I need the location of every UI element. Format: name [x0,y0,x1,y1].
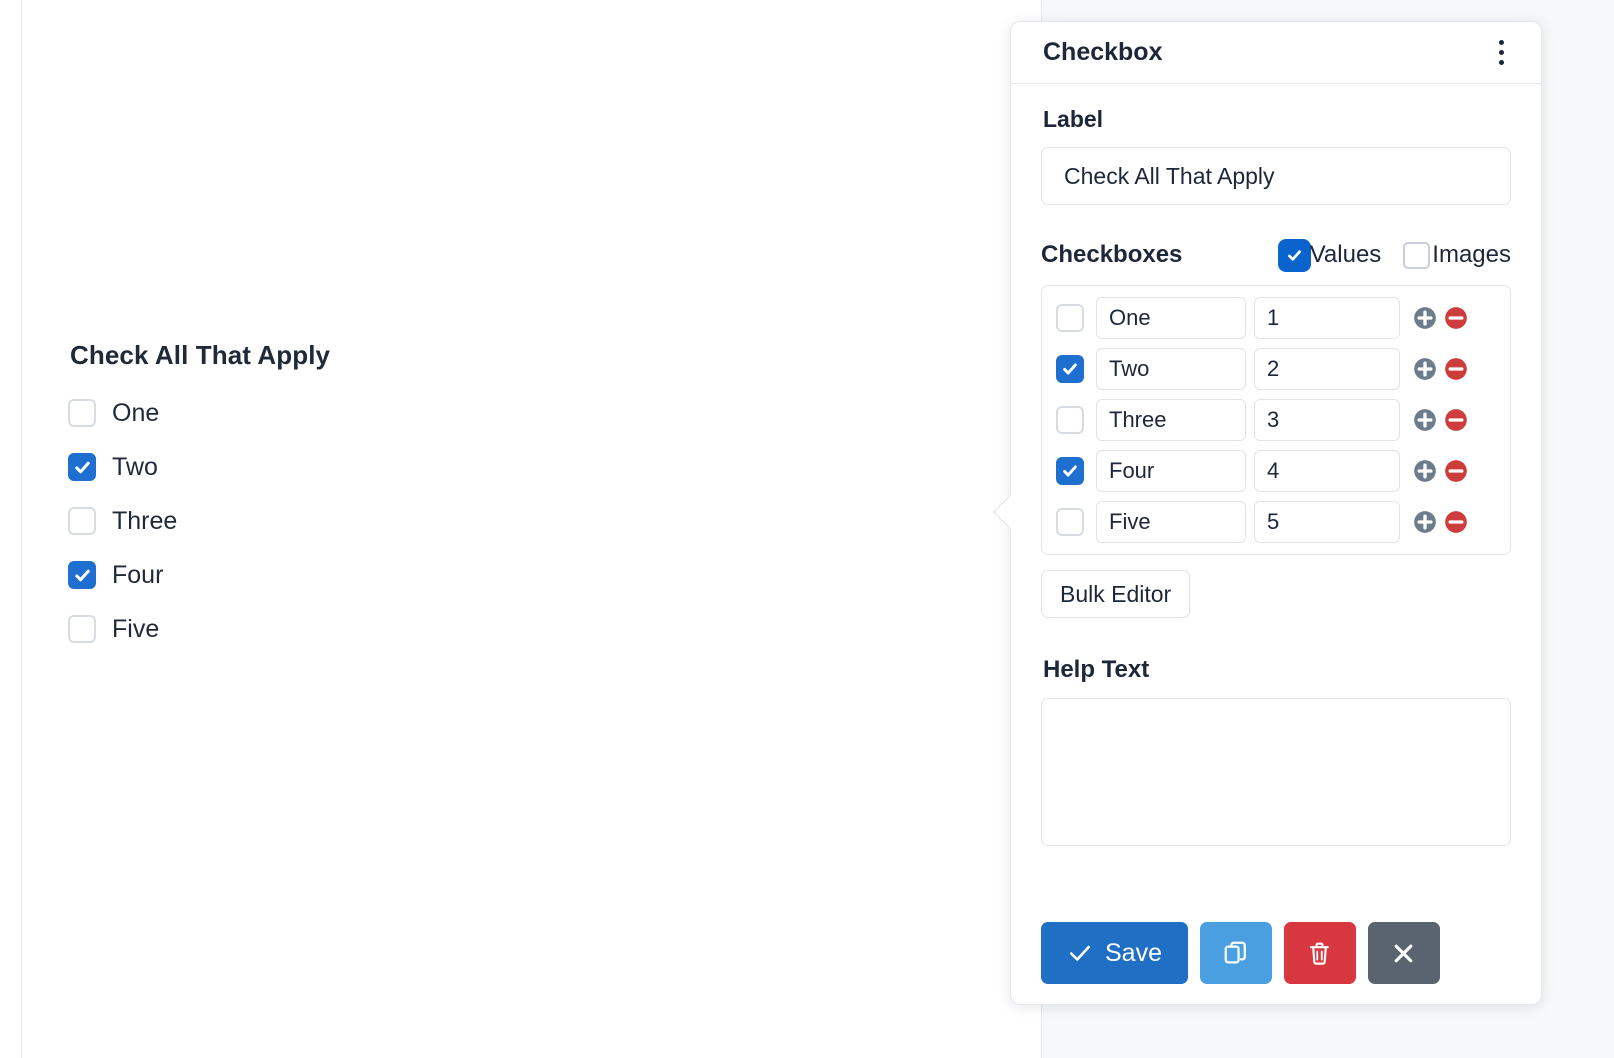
close-button[interactable] [1368,922,1440,984]
option-editor-row [1056,297,1500,339]
duplicate-button[interactable] [1200,922,1272,984]
preview-option-checkbox[interactable] [68,399,96,427]
checkboxes-section-heading: Checkboxes [1041,241,1182,269]
preview-option-checkbox[interactable] [68,453,96,481]
copy-icon [1222,939,1250,967]
images-checkbox[interactable] [1403,242,1430,269]
option-default-checked-checkbox[interactable] [1056,304,1084,332]
checkboxes-section-header: Checkboxes Values [1041,241,1511,269]
help-text-input[interactable] [1041,698,1511,846]
option-text-input[interactable] [1096,501,1246,543]
delete-button[interactable] [1284,922,1356,984]
label-section-heading: Label [1043,106,1511,133]
add-circle-icon[interactable] [1412,356,1438,382]
preview-option-label: Three [112,507,177,536]
option-text-input[interactable] [1096,348,1246,390]
check-icon [1067,940,1093,966]
panel-body: Label Checkboxes Values [1011,84,1541,851]
option-value-input[interactable] [1254,399,1400,441]
panel-header: Checkbox [1011,22,1541,84]
preview-option-list: One Two Three Four Five [68,393,568,649]
remove-circle-icon[interactable] [1443,407,1469,433]
checkbox-options-list [1041,285,1511,555]
form-preview: Check All That Apply One Two Three Four Five [68,340,568,663]
preview-option-row[interactable]: Three [68,501,568,541]
preview-option-label: Four [112,561,163,590]
add-circle-icon[interactable] [1412,407,1438,433]
add-circle-icon[interactable] [1412,305,1438,331]
option-default-checked-checkbox[interactable] [1056,508,1084,536]
remove-circle-icon[interactable] [1443,458,1469,484]
preview-field-title: Check All That Apply [70,340,568,371]
save-button[interactable]: Save [1041,922,1188,984]
save-button-label: Save [1105,939,1162,968]
values-toggle-label: Values [1310,241,1382,269]
preview-option-row[interactable]: One [68,393,568,433]
app-root: Check All That Apply One Two Three Four Five… [0,0,1614,1058]
option-editor-row [1056,501,1500,543]
kebab-menu-icon[interactable] [1487,36,1515,70]
label-input[interactable] [1041,147,1511,205]
remove-circle-icon[interactable] [1443,356,1469,382]
images-toggle-label: Images [1432,241,1511,269]
option-default-checked-checkbox[interactable] [1056,406,1084,434]
option-value-input[interactable] [1254,501,1400,543]
toggle-values[interactable]: Values [1281,241,1382,269]
values-checkbox[interactable] [1281,242,1308,269]
preview-option-checkbox[interactable] [68,561,96,589]
option-editor-row [1056,399,1500,441]
toggle-images[interactable]: Images [1403,241,1511,269]
remove-circle-icon[interactable] [1443,305,1469,331]
option-editor-row [1056,450,1500,492]
close-x-icon [1390,940,1417,967]
option-value-input[interactable] [1254,450,1400,492]
option-value-input[interactable] [1254,348,1400,390]
preview-option-row[interactable]: Five [68,609,568,649]
option-text-input[interactable] [1096,450,1246,492]
option-value-input[interactable] [1254,297,1400,339]
add-circle-icon[interactable] [1412,458,1438,484]
remove-circle-icon[interactable] [1443,509,1469,535]
preview-option-label: Two [112,453,158,482]
add-circle-icon[interactable] [1412,509,1438,535]
preview-option-checkbox[interactable] [68,615,96,643]
preview-option-label: One [112,399,159,428]
panel-footer: Save [1011,902,1541,1004]
help-text-heading: Help Text [1043,656,1511,684]
kebab-dot [1499,60,1504,65]
option-default-checked-checkbox[interactable] [1056,355,1084,383]
panel-title: Checkbox [1043,38,1487,67]
bulk-editor-button[interactable]: Bulk Editor [1041,570,1190,618]
kebab-dot [1499,40,1504,45]
checkboxes-display-toggles: Values Images [1281,241,1511,269]
preview-option-row[interactable]: Two [68,447,568,487]
preview-option-checkbox[interactable] [68,507,96,535]
option-text-input[interactable] [1096,297,1246,339]
option-editor-row [1056,348,1500,390]
kebab-dot [1499,50,1504,55]
canvas-left-divider [21,0,22,1058]
option-default-checked-checkbox[interactable] [1056,457,1084,485]
option-text-input[interactable] [1096,399,1246,441]
preview-option-row[interactable]: Four [68,555,568,595]
trash-icon [1306,940,1333,967]
preview-option-label: Five [112,615,159,644]
checkbox-settings-panel: Checkbox Label Checkboxes [1010,21,1542,1005]
